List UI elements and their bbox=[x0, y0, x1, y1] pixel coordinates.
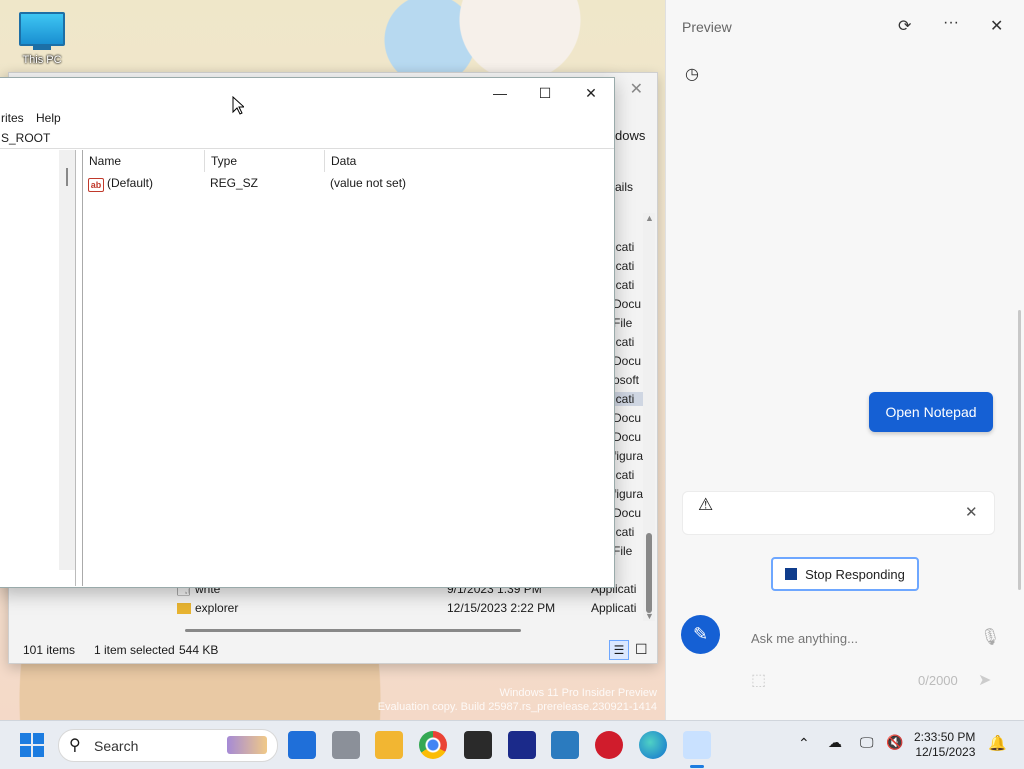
column-header-name[interactable]: Name bbox=[83, 150, 205, 172]
monitor-icon bbox=[19, 12, 65, 46]
status-size: 544 KB bbox=[179, 643, 219, 657]
send-icon[interactable]: ➤ bbox=[978, 670, 991, 690]
monitor-app-icon[interactable] bbox=[551, 731, 579, 759]
copilot-icon[interactable] bbox=[683, 731, 711, 759]
column-header-data[interactable]: Data bbox=[325, 150, 613, 172]
value-data-cell: (value not set) bbox=[330, 176, 407, 190]
details-view-icon[interactable]: ☰ bbox=[609, 640, 629, 660]
type-cell: figura bbox=[613, 487, 643, 501]
explorer-partial-label: dows bbox=[615, 128, 646, 143]
stop-responding-button[interactable]: Stop Responding bbox=[771, 557, 919, 591]
onedrive-icon[interactable]: ☁ bbox=[828, 734, 842, 751]
network-icon[interactable]: 🖵 bbox=[860, 734, 874, 751]
explorer-status-bar: 101 items 1 item selected 544 KB ☰ ☐ bbox=[9, 635, 657, 663]
type-cell: Docu bbox=[613, 297, 642, 311]
type-cell: icati bbox=[613, 335, 635, 349]
volume-icon[interactable]: 🔇 bbox=[886, 734, 903, 751]
windows-watermark: Windows 11 Pro Insider Preview Evaluatio… bbox=[377, 687, 657, 713]
panel-title: Preview bbox=[682, 19, 732, 35]
panel-scrollbar[interactable] bbox=[1018, 310, 1021, 590]
address-bar[interactable]: S_ROOT bbox=[0, 128, 614, 149]
status-item-count: 101 items bbox=[23, 643, 76, 657]
copilot-preview-panel: Preview ⟳ ··· ✕ ◷ Open Notepad ⚠ ✕ Stop … bbox=[665, 0, 1024, 720]
chevron-up-icon[interactable]: ⌃ bbox=[798, 735, 810, 752]
dismiss-warning-icon[interactable]: ✕ bbox=[965, 503, 978, 521]
value-type-cell: REG_SZ bbox=[210, 176, 259, 190]
new-topic-icon[interactable]: ✎ bbox=[681, 615, 720, 654]
image-capture-icon[interactable]: ⬚ bbox=[751, 670, 766, 690]
brave-icon[interactable] bbox=[464, 731, 492, 759]
search-icon: ⚲ bbox=[69, 737, 81, 754]
values-list-pane[interactable]: Name Type Data ab (Default) REG_SZ (value… bbox=[82, 150, 613, 586]
table-row[interactable]: ab (Default) bbox=[88, 176, 153, 192]
edge-icon[interactable] bbox=[639, 731, 667, 759]
type-cell: File bbox=[613, 544, 633, 558]
explorer-horizontal-scrollbar[interactable] bbox=[185, 629, 521, 632]
tree-scrollbar[interactable] bbox=[59, 150, 75, 570]
type-cell: icati bbox=[613, 392, 643, 406]
warning-icon: ⚠ bbox=[698, 495, 714, 514]
file-explorer-icon[interactable] bbox=[375, 731, 403, 759]
more-options-icon[interactable]: ··· bbox=[943, 14, 959, 32]
history-icon[interactable]: ◷ bbox=[685, 64, 699, 84]
minimize-button[interactable]: — bbox=[485, 82, 515, 104]
search-highlight-icon bbox=[227, 736, 267, 754]
status-selected: 1 item selected bbox=[94, 643, 175, 657]
stop-icon bbox=[785, 567, 798, 580]
yandex-icon[interactable] bbox=[595, 731, 623, 759]
type-cell: Docu bbox=[613, 411, 642, 425]
ask-input[interactable] bbox=[749, 630, 973, 647]
type-cell: Docu bbox=[613, 506, 642, 520]
close-button[interactable]: ✕ bbox=[576, 82, 606, 104]
menu-help[interactable]: Help bbox=[36, 111, 61, 125]
this-pc-desktop-icon[interactable]: This PC bbox=[14, 10, 70, 66]
character-counter: 0/2000 bbox=[918, 673, 958, 688]
explorer-close-button[interactable]: ✕ bbox=[630, 79, 643, 99]
vpn-icon[interactable] bbox=[508, 731, 536, 759]
edge-beta-icon[interactable] bbox=[288, 731, 316, 759]
type-cell: icati bbox=[613, 468, 635, 482]
menu-favorites[interactable]: rites bbox=[1, 111, 24, 125]
type-cell: osoft bbox=[613, 373, 640, 387]
column-header-type[interactable]: Type bbox=[205, 150, 325, 172]
maximize-button[interactable]: ☐ bbox=[530, 82, 560, 104]
folder-icon bbox=[177, 603, 191, 614]
type-cell: Docu bbox=[613, 430, 642, 444]
string-value-icon: ab bbox=[88, 178, 104, 192]
registry-editor-window: — ☐ ✕ rites Help S_ROOT Name Type Data a… bbox=[0, 77, 615, 588]
type-cell: icati bbox=[613, 259, 635, 273]
taskbar-search[interactable]: ⚲ Search bbox=[58, 729, 278, 762]
taskbar-clock[interactable]: 2:33:50 PM 12/15/2023 bbox=[914, 730, 975, 760]
desktop-icon-label: This PC bbox=[22, 54, 62, 66]
type-cell: icati bbox=[613, 278, 635, 292]
tiles-view-icon[interactable]: ☐ bbox=[635, 641, 648, 658]
refresh-icon[interactable]: ⟳ bbox=[898, 16, 911, 36]
type-cell: Docu bbox=[613, 354, 642, 368]
microphone-icon[interactable]: 🎙 bbox=[980, 627, 1000, 647]
warning-message: ⚠ ✕ bbox=[682, 491, 995, 535]
close-panel-icon[interactable]: ✕ bbox=[990, 16, 1003, 36]
title-bar[interactable]: — ☐ ✕ bbox=[0, 78, 614, 108]
taskbar: ⚲ Search ⌃ ☁ 🖵 🔇 2:33:50 PM 12/15/2023 🔔 bbox=[0, 720, 1024, 769]
type-cell: icati bbox=[613, 240, 635, 254]
menu-bar: rites Help bbox=[0, 108, 614, 128]
type-cell: File bbox=[613, 316, 633, 330]
type-cell: icati bbox=[613, 525, 635, 539]
key-tree-pane[interactable] bbox=[0, 150, 76, 586]
notifications-icon[interactable]: 🔔 bbox=[988, 734, 1007, 752]
chrome-icon[interactable] bbox=[419, 731, 447, 759]
open-notepad-button[interactable]: Open Notepad bbox=[869, 392, 993, 432]
start-button[interactable] bbox=[20, 733, 44, 757]
explorer-vertical-scrollbar[interactable]: ▲ ▼ bbox=[643, 213, 655, 621]
type-cell: figura bbox=[613, 449, 643, 463]
mouse-cursor-icon bbox=[232, 96, 244, 115]
task-view-icon[interactable] bbox=[332, 731, 360, 759]
address-text: S_ROOT bbox=[1, 131, 51, 145]
list-item[interactable]: explorer 12/15/2023 2:22 PM Applicati bbox=[9, 601, 657, 620]
explorer-partial-label: ails bbox=[615, 180, 634, 194]
